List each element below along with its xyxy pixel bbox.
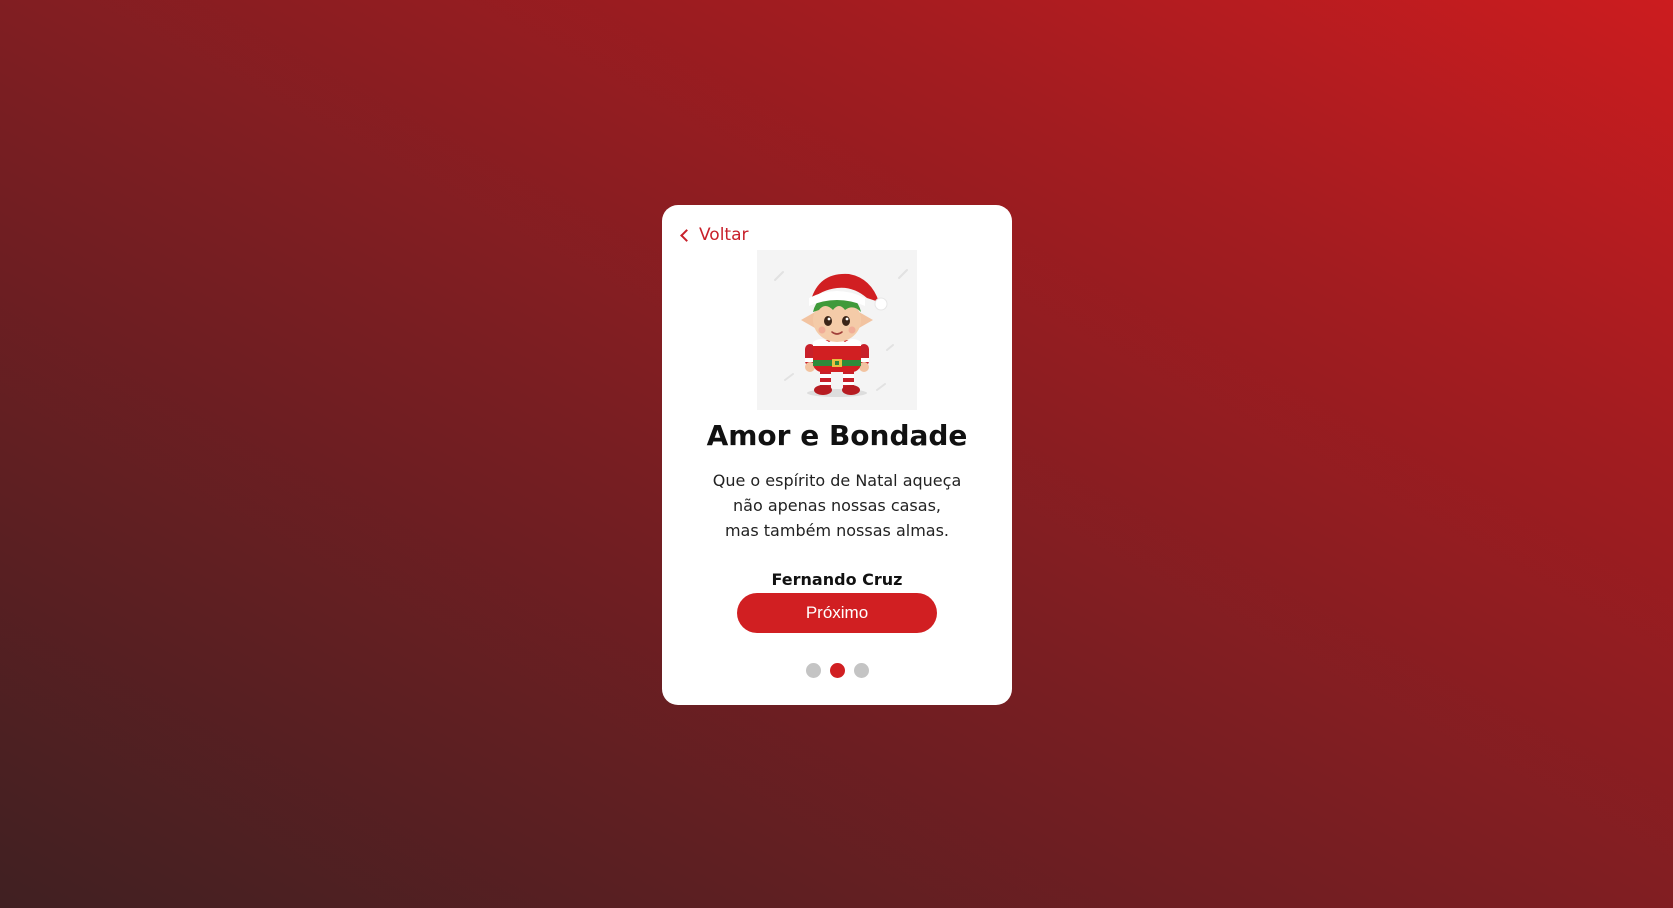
chevron-left-icon [680, 229, 693, 242]
back-button[interactable]: Voltar [680, 225, 749, 245]
pagination-dot-1[interactable] [805, 663, 821, 678]
pagination-dot-2-active[interactable] [829, 663, 845, 678]
card-author: Fernando Cruz [771, 570, 903, 589]
back-label: Voltar [699, 225, 749, 245]
message-card: Voltar Amor e Bondade Que o espírito de … [662, 205, 1012, 705]
elf-illustration [757, 250, 917, 410]
pagination-dots [662, 663, 1012, 678]
card-message: Que o espírito de Natal aqueça não apena… [702, 468, 972, 543]
message-line: mas também nossas almas. [724, 521, 950, 540]
card-title: Amor e Bondade [706, 419, 968, 452]
next-button[interactable]: Próximo [737, 593, 937, 633]
message-line: Que o espírito de Natal aqueça [712, 471, 962, 490]
pagination-dot-3[interactable] [853, 663, 869, 678]
christmas-elf-icon [774, 269, 908, 397]
message-line: não apenas nossas casas, [733, 496, 941, 515]
